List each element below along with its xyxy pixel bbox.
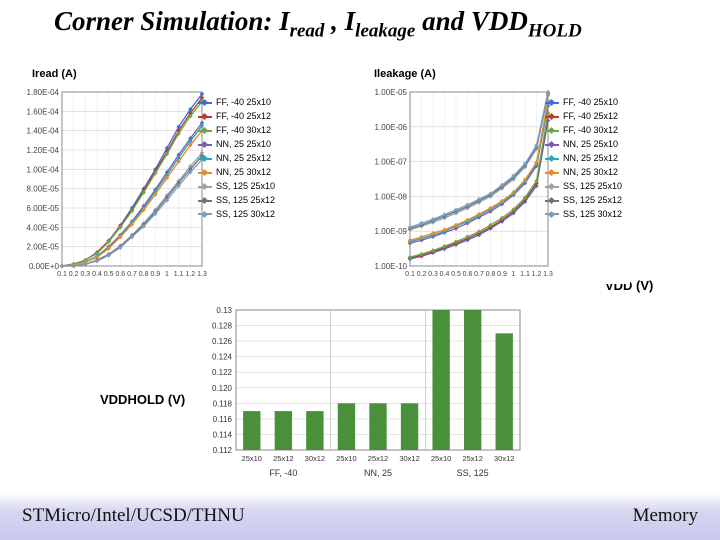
svg-text:NN, 25: NN, 25 — [364, 468, 392, 478]
svg-text:1.00E-04: 1.00E-04 — [27, 165, 60, 174]
svg-text:0.2: 0.2 — [417, 271, 427, 278]
svg-text:0.122: 0.122 — [212, 368, 233, 377]
svg-text:1.40E-04: 1.40E-04 — [27, 127, 60, 136]
svg-text:8.00E-05: 8.00E-05 — [27, 185, 60, 194]
svg-text:0.9: 0.9 — [150, 271, 160, 278]
svg-text:0.116: 0.116 — [213, 415, 233, 424]
svg-text:1: 1 — [512, 271, 516, 278]
svg-text:25x12: 25x12 — [462, 454, 482, 463]
svg-text:4.00E-05: 4.00E-05 — [27, 223, 60, 232]
svg-text:1.00E-05: 1.00E-05 — [375, 88, 408, 97]
svg-text:0.126: 0.126 — [212, 337, 233, 346]
svg-text:0.5: 0.5 — [451, 271, 461, 278]
svg-text:0.7: 0.7 — [474, 271, 484, 278]
svg-text:25x10: 25x10 — [242, 454, 262, 463]
svg-text:30x12: 30x12 — [399, 454, 419, 463]
svg-text:1.2: 1.2 — [532, 271, 542, 278]
svg-text:25x10: 25x10 — [431, 454, 451, 463]
svg-text:1.00E-07: 1.00E-07 — [375, 158, 408, 167]
svg-text:0.114: 0.114 — [213, 430, 233, 439]
svg-text:0.1: 0.1 — [57, 271, 67, 278]
svg-text:0.6: 0.6 — [463, 271, 473, 278]
svg-text:30x12: 30x12 — [305, 454, 325, 463]
svg-text:25x10: 25x10 — [336, 454, 356, 463]
svg-text:1.3: 1.3 — [543, 271, 553, 278]
vddhold-chart: 0.112 0.114 0.116 0.118 0.120 0.122 0.124 0.126… — [196, 306, 526, 488]
svg-text:1.00E-09: 1.00E-09 — [375, 227, 408, 236]
svg-text:1.1: 1.1 — [174, 271, 184, 278]
svg-text:0.124: 0.124 — [212, 353, 233, 362]
svg-text:0.7: 0.7 — [127, 271, 137, 278]
svg-text:0.2: 0.2 — [69, 271, 79, 278]
svg-text:0.3: 0.3 — [80, 271, 90, 278]
svg-text:1: 1 — [165, 271, 169, 278]
svg-text:0.13: 0.13 — [216, 306, 232, 315]
svg-text:1.00E-06: 1.00E-06 — [375, 123, 408, 132]
svg-text:0.3: 0.3 — [428, 271, 438, 278]
svg-text:0.120: 0.120 — [212, 384, 233, 393]
svg-text:1.1: 1.1 — [520, 271, 530, 278]
svg-text:6.00E-05: 6.00E-05 — [27, 204, 60, 213]
svg-text:0.5: 0.5 — [104, 271, 114, 278]
footer-left: STMicro/Intel/UCSD/THNU — [22, 505, 245, 527]
ileak-legend: FF, -40 25x10FF, -40 25x12FF, -40 30x12N… — [545, 96, 622, 221]
svg-text:0.4: 0.4 — [440, 271, 450, 278]
svg-text:0.118: 0.118 — [213, 399, 233, 408]
svg-text:0.8: 0.8 — [139, 271, 149, 278]
svg-text:1.00E-10: 1.00E-10 — [375, 262, 408, 271]
svg-text:0.128: 0.128 — [212, 322, 233, 331]
svg-text:2.00E-05: 2.00E-05 — [27, 243, 60, 252]
svg-text:0.112: 0.112 — [213, 446, 233, 455]
svg-text:0.00E+0: 0.00E+0 — [29, 262, 60, 271]
svg-text:30x12: 30x12 — [494, 454, 514, 463]
svg-text:0.4: 0.4 — [92, 271, 102, 278]
ileak-axis-label: Ileakage (A) — [374, 68, 436, 80]
svg-text:0.9: 0.9 — [497, 271, 507, 278]
svg-text:1.60E-04: 1.60E-04 — [27, 107, 60, 116]
iread-legend: FF, -40 25x10FF, -40 25x12FF, -40 30x12N… — [198, 96, 275, 221]
svg-text:0.6: 0.6 — [115, 271, 125, 278]
svg-text:0.8: 0.8 — [486, 271, 496, 278]
footer-bar: STMicro/Intel/UCSD/THNU Memory — [0, 492, 720, 540]
svg-text:1.20E-04: 1.20E-04 — [27, 146, 60, 155]
svg-text:0.1: 0.1 — [405, 271, 415, 278]
svg-text:1.3: 1.3 — [197, 271, 207, 278]
svg-text:25x12: 25x12 — [368, 454, 388, 463]
slide-title: Corner Simulation: Iread , Ileakage and … — [54, 6, 582, 42]
svg-text:25x12: 25x12 — [273, 454, 293, 463]
svg-text:FF, -40: FF, -40 — [269, 468, 297, 478]
svg-text:1.00E-08: 1.00E-08 — [375, 192, 408, 201]
vddhold-axis-label: VDDHOLD (V) — [100, 392, 185, 407]
footer-right: Memory — [633, 505, 698, 527]
svg-text:1.2: 1.2 — [185, 271, 195, 278]
iread-axis-label: Iread (A) — [32, 68, 77, 80]
svg-text:SS, 125: SS, 125 — [457, 468, 489, 478]
svg-text:1.80E-04: 1.80E-04 — [27, 88, 60, 97]
